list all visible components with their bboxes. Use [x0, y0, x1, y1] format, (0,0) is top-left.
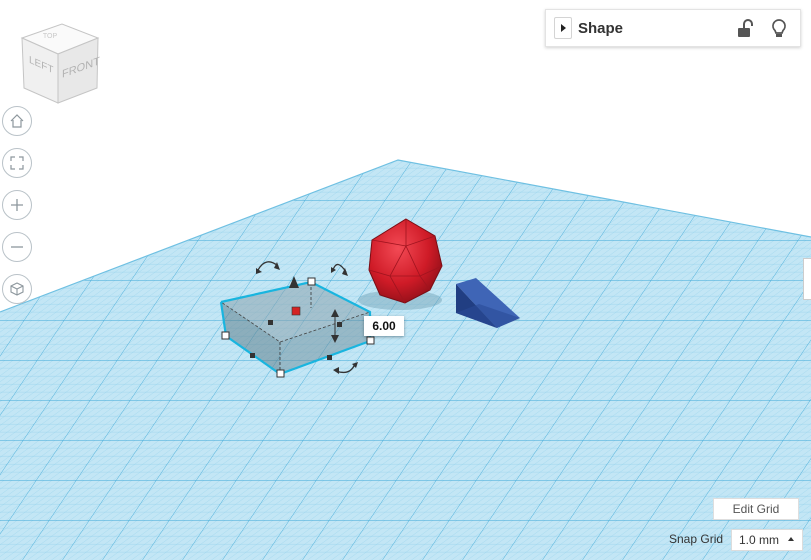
height-dimension-input[interactable]: 6.00 — [364, 316, 404, 336]
panel-expand-button[interactable] — [554, 17, 572, 39]
fit-all-icon — [10, 156, 24, 170]
panel-title: Shape — [578, 19, 624, 37]
snap-grid-select[interactable]: 1.0 mm — [731, 529, 803, 551]
light-toggle-button[interactable] — [769, 18, 789, 40]
unlock-icon — [738, 19, 753, 37]
fit-view-button[interactable] — [2, 148, 32, 178]
zoom-out-button[interactable] — [2, 232, 32, 262]
snap-grid-label: Snap Grid — [669, 532, 724, 546]
expand-arrow-icon — [561, 24, 566, 32]
lock-toggle-button[interactable] — [735, 18, 755, 40]
projection-toggle-button[interactable] — [2, 274, 32, 304]
side-panel-toggle[interactable] — [803, 258, 811, 300]
lightbulb-icon — [772, 19, 786, 37]
workplane-viewport[interactable]: TOP — [0, 0, 811, 560]
shape-inspector-panel: Shape — [545, 9, 801, 47]
home-icon — [10, 114, 24, 128]
plus-icon — [11, 199, 23, 211]
caret-up-icon — [788, 537, 794, 541]
snap-grid-value: 1.0 mm — [739, 533, 780, 547]
minus-icon — [11, 246, 23, 248]
home-view-button[interactable] — [2, 106, 32, 136]
edit-grid-button[interactable]: Edit Grid — [713, 498, 799, 520]
zoom-in-button[interactable] — [2, 190, 32, 220]
svg-text:TOP: TOP — [43, 33, 58, 40]
perspective-cube-icon — [10, 282, 24, 296]
